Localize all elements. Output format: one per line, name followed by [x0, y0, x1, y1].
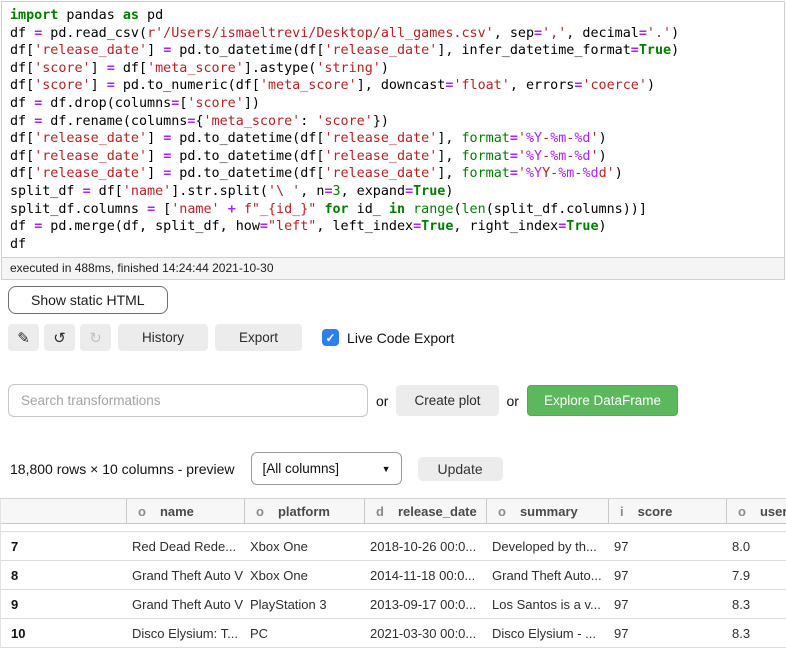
row-index: 8 [1, 561, 126, 589]
dtype-badge: d [376, 504, 384, 519]
table-cell: 8.3 [726, 619, 786, 647]
column-header-release_date[interactable]: d release_date [364, 499, 486, 523]
table-cell: 2013-09-17 00:0... [364, 590, 486, 618]
column-filter-select[interactable]: [All columns] ▼ [251, 452, 402, 485]
or-label: or [376, 393, 388, 409]
table-cell: Grand Theft Auto V [126, 590, 244, 618]
code-line: df = df.rename(columns={'meta_score': 's… [10, 113, 776, 131]
checkmark-icon: ✓ [326, 331, 336, 345]
table-cell: PC [244, 619, 364, 647]
table-cell: 2018-10-26 00:0... [364, 532, 486, 560]
code-cell: import pandas as pddf = pd.read_csv(r'/U… [1, 1, 785, 280]
table-cell: 8.3 [726, 590, 786, 618]
edit-button[interactable]: ✎ [8, 324, 39, 351]
code-line: df['release_date'] = pd.to_datetime(df['… [10, 165, 776, 183]
toolbar: ✎ ↺ ↻ History Export ✓ Live Code Export [8, 324, 786, 351]
code-line: df = df.drop(columns=['score']) [10, 95, 776, 113]
column-label: user [760, 504, 786, 519]
export-button[interactable]: Export [215, 324, 302, 351]
column-label: name [160, 504, 194, 519]
code-line: df['release_date'] = pd.to_datetime(df['… [10, 148, 776, 166]
table-cell: Developed by th... [486, 532, 608, 560]
table-cell: Xbox One [244, 532, 364, 560]
table-cell: 97 [608, 561, 726, 589]
row-index: 7 [1, 532, 126, 560]
undo-icon: ↺ [53, 329, 66, 347]
table-cell: 2021-03-30 00:0... [364, 619, 486, 647]
dtype-badge: o [256, 504, 264, 519]
table-cell: Disco Elysium: T... [126, 619, 244, 647]
code-area[interactable]: import pandas as pddf = pd.read_csv(r'/U… [2, 2, 784, 257]
code-line: import pandas as pd [10, 7, 776, 25]
live-code-export-checkbox[interactable]: ✓ [322, 329, 339, 346]
column-header-user[interactable]: ouser [726, 499, 786, 523]
table-row[interactable]: 8Grand Theft Auto VXbox One2014-11-18 00… [1, 561, 786, 590]
table-cell: 97 [608, 532, 726, 560]
code-line: split_df.columns = ['name' + f"_{id_}" f… [10, 201, 776, 219]
table-cell: 7.9 [726, 561, 786, 589]
column-filter-value: [All columns] [263, 461, 340, 476]
column-header-score[interactable]: iscore [608, 499, 726, 523]
index-column-header [1, 499, 126, 523]
row-index: 9 [1, 590, 126, 618]
dtype-badge: i [620, 504, 624, 519]
table-cell: 97 [608, 590, 726, 618]
show-static-html-button[interactable]: Show static HTML [8, 286, 168, 314]
table-body: 7Red Dead Rede...Xbox One2018-10-26 00:0… [1, 532, 786, 648]
table-cell: 8.0 [726, 532, 786, 560]
column-header-platform[interactable]: o platform [244, 499, 364, 523]
dataframe-preview-table[interactable]: onameoplatformdrelease_dateosummaryiscor… [0, 498, 786, 648]
dtype-badge: o [138, 504, 146, 519]
table-row[interactable]: 9Grand Theft Auto VPlayStation 32013-09-… [1, 590, 786, 619]
table-row[interactable]: 7Red Dead Rede...Xbox One2018-10-26 00:0… [1, 532, 786, 561]
table-cell: PlayStation 3 [244, 590, 364, 618]
table-cell: Disco Elysium - ... [486, 619, 608, 647]
table-cell: Xbox One [244, 561, 364, 589]
update-button[interactable]: Update [418, 457, 503, 481]
table-cell: 97 [608, 619, 726, 647]
table-header-row: onameoplatformdrelease_dateosummaryiscor… [1, 499, 786, 524]
column-header-name[interactable]: oname [126, 499, 244, 523]
create-plot-button[interactable]: Create plot [396, 385, 498, 416]
code-line: df['release_date'] = pd.to_datetime(df['… [10, 130, 776, 148]
redo-button[interactable]: ↻ [80, 324, 111, 351]
table-cell: Grand Theft Auto... [486, 561, 608, 589]
undo-button[interactable]: ↺ [44, 324, 75, 351]
code-line: df['release_date'] = pd.to_datetime(df['… [10, 42, 776, 60]
table-cell: Los Santos is a v... [486, 590, 608, 618]
dataframe-shape-summary: 18,800 rows × 10 columns - preview [10, 461, 235, 477]
code-line: df = pd.merge(df, split_df, how="left", … [10, 218, 776, 236]
code-line: df['score'] = pd.to_numeric(df['meta_sco… [10, 77, 776, 95]
column-label: release_date [398, 504, 477, 519]
execution-status: executed in 488ms, finished 14:24:44 202… [2, 257, 784, 279]
search-transformations-input[interactable] [8, 384, 368, 417]
code-line: df = pd.read_csv(r'/Users/ismaeltrevi/De… [10, 25, 776, 43]
code-line: df [10, 236, 776, 254]
table-cell: 2014-11-18 00:0... [364, 561, 486, 589]
pencil-icon: ✎ [17, 329, 30, 347]
code-line: df['score'] = df['meta_score'].astype('s… [10, 60, 776, 78]
or-label: or [507, 393, 519, 409]
redo-icon: ↻ [89, 329, 102, 347]
caret-down-icon: ▼ [382, 464, 391, 474]
table-cell: Grand Theft Auto V [126, 561, 244, 589]
dtype-badge: o [738, 504, 746, 519]
column-header-summary[interactable]: o summary [486, 499, 608, 523]
table-partial-row [1, 524, 786, 532]
column-label: summary [520, 504, 578, 519]
table-cell: Red Dead Rede... [126, 532, 244, 560]
dtype-badge: o [498, 504, 506, 519]
explore-dataframe-button[interactable]: Explore DataFrame [527, 385, 678, 416]
history-button[interactable]: History [118, 324, 208, 351]
table-row[interactable]: 10Disco Elysium: T...PC2021-03-30 00:0..… [1, 619, 786, 648]
column-label: score [638, 504, 673, 519]
code-line: split_df = df['name'].str.split('\ ', n=… [10, 183, 776, 201]
live-code-export-label: Live Code Export [347, 330, 454, 346]
column-label: platform [278, 504, 330, 519]
row-index: 10 [1, 619, 126, 647]
